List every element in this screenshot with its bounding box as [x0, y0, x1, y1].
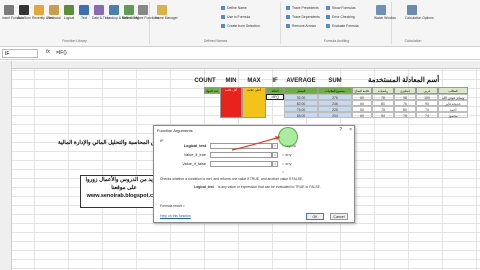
- theta-icon: [124, 5, 134, 15]
- insert-function-button[interactable]: Insert Function: [2, 5, 24, 20]
- formula-input[interactable]: =IF(): [56, 49, 67, 58]
- argument-description: is any value or expression that can be e…: [218, 185, 321, 189]
- dialog-title: Function Arguments: [157, 128, 193, 133]
- logical-icon: [64, 5, 74, 15]
- help-link[interactable]: Help on this function: [160, 214, 191, 218]
- logical-button[interactable]: Logical: [62, 5, 76, 20]
- defined-names-group: Name Manager Define Name Use in Formula …: [151, 2, 281, 44]
- financial-button[interactable]: Financial: [47, 5, 61, 20]
- calculation-group: Calculation Options Calculation: [393, 2, 434, 44]
- remove-arrows-button[interactable]: Remove Arrows: [286, 24, 316, 28]
- collapse-dialog-icon[interactable]: ↑: [272, 143, 278, 149]
- name-manager-button[interactable]: Name Manager: [155, 5, 178, 20]
- header-if: IF: [272, 78, 278, 84]
- calculator-icon: [407, 5, 417, 15]
- star-icon: [34, 5, 44, 15]
- tag-icon: [157, 5, 167, 15]
- sum-subheader: مجموع العلامات: [318, 87, 352, 94]
- logical-test-label: Logical_test: [183, 144, 206, 148]
- cursor-highlight: [278, 127, 298, 147]
- row-headers[interactable]: [0, 61, 12, 270]
- value-if-false-value: = any: [282, 162, 292, 166]
- student-cell[interactable]: محمود: [438, 112, 468, 118]
- collapse-dialog-icon[interactable]: ↑: [272, 161, 278, 167]
- name-box[interactable]: IF: [2, 49, 38, 58]
- sigma-icon: [19, 5, 29, 15]
- pass-subheader: علامة النجاح: [352, 87, 372, 94]
- max-subheader: أعلى علامة: [247, 88, 261, 92]
- header-average: AVERAGE: [286, 78, 316, 84]
- define-name-button[interactable]: Define Name: [221, 6, 247, 10]
- close-icon[interactable]: ×: [349, 126, 352, 135]
- trace-precedents-button[interactable]: Trace Precedents: [286, 6, 319, 10]
- sheet-title: أسم المعادلة المستخدمة: [368, 77, 440, 84]
- clock-icon: [94, 5, 104, 15]
- result-equals: =: [282, 170, 285, 174]
- value-if-true-input[interactable]: [210, 152, 272, 158]
- average-cell[interactable]: 68.00: [284, 112, 318, 118]
- header-count: COUNT: [194, 78, 216, 84]
- function-name: IF: [160, 138, 164, 143]
- use-in-formula-button[interactable]: Use in Formula: [221, 15, 250, 19]
- calculation-options-button[interactable]: Calculation Options: [405, 5, 434, 20]
- collapse-dialog-icon[interactable]: ↑: [272, 152, 278, 158]
- fx-icon[interactable]: fx: [46, 49, 50, 55]
- arabic-subheader: عربي: [416, 87, 438, 94]
- cancel-button[interactable]: Cancel: [330, 213, 348, 220]
- watch-icon: [376, 5, 386, 15]
- date-time-button[interactable]: Date & Time: [92, 5, 110, 20]
- recently-used-button[interactable]: Recently Used: [32, 5, 53, 20]
- financial-icon: [49, 5, 59, 15]
- function-arguments-dialog: Function Arguments ? × IF Logical_test ↑…: [153, 125, 355, 223]
- if-active-cell[interactable]: =IF(): [266, 94, 284, 100]
- logical-test-input[interactable]: [210, 143, 272, 149]
- math-cell[interactable]: 54: [372, 112, 394, 118]
- lookup-reference-button[interactable]: Lookup & Reference: [107, 5, 137, 20]
- text-icon: [79, 5, 89, 15]
- student-subheader: الطالب: [438, 87, 468, 94]
- trace-dependents-button[interactable]: Trace Dependents: [286, 15, 320, 19]
- error-checking-button[interactable]: Error Checking: [326, 15, 355, 19]
- show-formulas-button[interactable]: Show Formulas: [326, 6, 356, 10]
- argument-name: Logical_test: [194, 185, 214, 189]
- column-headers[interactable]: [0, 61, 480, 69]
- autosum-button[interactable]: AutoSum: [17, 5, 31, 20]
- ok-button[interactable]: OK: [306, 213, 324, 220]
- formula-bar: IF fx =IF(): [0, 48, 480, 60]
- average-subheader: المعدل: [284, 87, 318, 94]
- more-icon: [138, 5, 148, 15]
- english-cell[interactable]: 76: [394, 112, 416, 118]
- watch-window-button[interactable]: Watch Window: [374, 5, 396, 20]
- header-sum: SUM: [328, 78, 342, 84]
- status-subheader: الحالة: [266, 87, 284, 94]
- department-text: تخصص المحاسبة والتحليل المالي والإدارة ا…: [58, 140, 168, 146]
- evaluate-formula-button[interactable]: Evaluate Formula: [326, 24, 359, 28]
- function-library-group: Insert Function AutoSum Recently Used Fi…: [0, 2, 159, 44]
- math-trig-button[interactable]: Math & Trig: [122, 5, 139, 20]
- lookup-icon: [109, 5, 119, 15]
- arabic-cell[interactable]: 74: [416, 112, 438, 118]
- fx-icon: [4, 5, 14, 15]
- value-if-true-label: Value_if_true: [183, 153, 206, 157]
- help-icon[interactable]: ?: [339, 126, 342, 135]
- more-functions-button[interactable]: More Functions: [136, 5, 159, 20]
- sum-cell[interactable]: 204: [318, 112, 352, 118]
- value-if-true-value: = any: [282, 153, 292, 157]
- text-button[interactable]: Text: [77, 5, 91, 20]
- value-if-false-label: Value_if_false: [182, 162, 206, 166]
- value-if-false-input[interactable]: [210, 161, 272, 167]
- min-subheader: أقل علامة: [224, 88, 238, 92]
- ribbon: Insert Function AutoSum Recently Used Fi…: [0, 0, 480, 47]
- english-subheader: إنجليزي: [394, 87, 416, 94]
- pass-cell[interactable]: 60: [352, 112, 372, 118]
- formula-auditing-group: Trace Precedents Trace Dependents Remove…: [282, 2, 396, 44]
- function-description: Checks whether a condition is met, and r…: [160, 177, 304, 181]
- create-from-selection-button[interactable]: Create from Selection: [221, 24, 260, 28]
- header-max: MAX: [247, 78, 261, 84]
- formula-result: Formula result =: [160, 204, 185, 208]
- count-subheader: عدد المواد: [204, 87, 220, 94]
- header-min: MIN: [225, 78, 237, 84]
- math-subheader: رياضيات: [372, 87, 394, 94]
